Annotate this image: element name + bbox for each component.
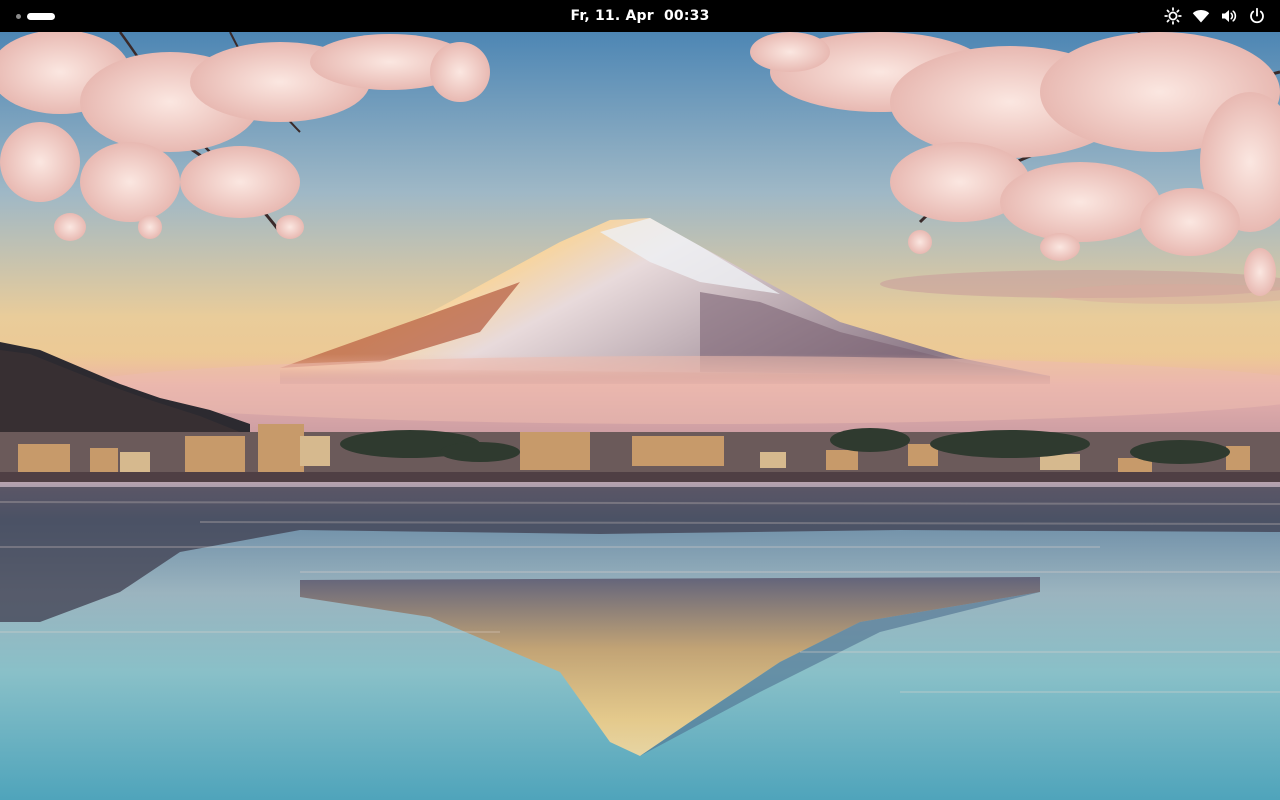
brightness-icon — [1164, 7, 1182, 25]
power-icon — [1248, 7, 1266, 25]
volume-icon — [1220, 7, 1238, 25]
top-bar: Fr, 11. Apr 00:33 — [0, 0, 1280, 32]
activities-button[interactable] — [12, 10, 59, 22]
wifi-icon — [1192, 7, 1210, 25]
desktop-screen: Fr, 11. Apr 00:33 — [0, 0, 1280, 800]
workspace-dot-icon — [16, 13, 21, 19]
system-status-menu[interactable] — [1164, 0, 1266, 32]
wallpaper-image — [0, 32, 1280, 800]
active-workspace-icon — [27, 12, 55, 20]
clock-date-time[interactable]: Fr, 11. Apr 00:33 — [530, 0, 750, 32]
